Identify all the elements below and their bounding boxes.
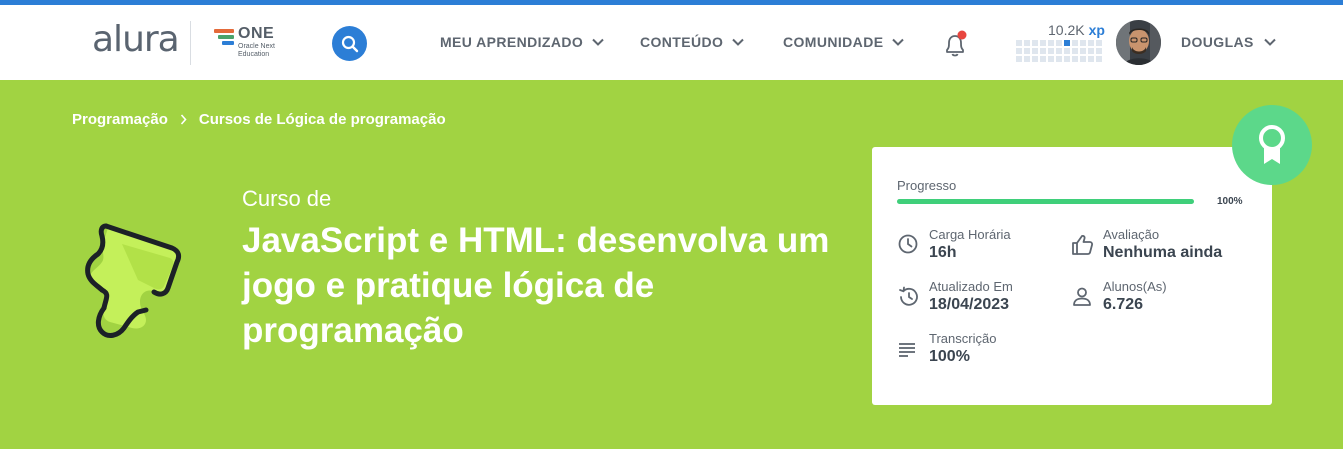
stat-value: 100% — [929, 348, 970, 365]
xp-grid-cell — [1096, 40, 1102, 46]
nav-label: MEU APRENDIZADO — [440, 34, 584, 50]
stat-label: Avaliação — [1103, 227, 1160, 242]
stat-value: 18/04/2023 — [929, 296, 1010, 313]
progress-bar-fill — [897, 199, 1194, 204]
xp-grid-cell — [1056, 56, 1062, 62]
stat-alunos: Alunos(As) 6.726 — [1071, 279, 1241, 323]
xp-grid-cell — [1056, 40, 1062, 46]
stat-value: 16h — [929, 244, 957, 261]
puzzle-icon — [80, 218, 186, 340]
alura-logo[interactable]: alura — [92, 22, 180, 58]
certificate-badge[interactable] — [1232, 105, 1312, 185]
avatar[interactable] — [1116, 20, 1161, 65]
xp-grid-cell — [1064, 48, 1070, 54]
breadcrumb-item-logica[interactable]: Cursos de Lógica de programação — [199, 111, 446, 128]
text-lines-icon — [899, 343, 915, 357]
xp-grid-cell — [1016, 56, 1022, 62]
course-info-card: Progresso 100% Carga Horária 16h Avaliaç… — [872, 147, 1272, 405]
award-ribbon-icon — [1259, 125, 1285, 164]
notifications-button[interactable] — [942, 30, 970, 60]
xp-grid-cell — [1080, 40, 1086, 46]
clock-icon — [898, 234, 918, 254]
xp-grid-cell — [1048, 40, 1054, 46]
xp-grid-cell — [1096, 56, 1102, 62]
one-logo-subtitle: Oracle Next Education — [238, 43, 275, 58]
xp-grid-cell — [1016, 40, 1022, 46]
xp-grid-cell — [1048, 48, 1054, 54]
xp-grid-cell — [1088, 40, 1094, 46]
progress-bar — [897, 199, 1194, 204]
stat-label: Transcrição — [929, 331, 997, 346]
xp-grid-cell — [1040, 56, 1046, 62]
logo-divider — [190, 21, 191, 65]
progress-percent: 100% — [1217, 196, 1243, 207]
stat-value: 6.726 — [1103, 296, 1144, 313]
xp-grid-cell — [1040, 48, 1046, 54]
xp-grid-cell — [1080, 48, 1086, 54]
bell-icon — [946, 30, 967, 57]
xp-grid-cell — [1064, 40, 1070, 46]
xp-grid-cell — [1072, 56, 1078, 62]
xp-value: 10.2K — [1048, 22, 1085, 38]
xp-grid-cell — [1032, 48, 1038, 54]
xp-grid-cell — [1016, 48, 1022, 54]
xp-grid-cell — [1080, 56, 1086, 62]
chevron-down-icon — [732, 38, 745, 46]
xp-text: 10.2K xp — [1048, 22, 1105, 38]
notification-dot — [957, 30, 967, 40]
xp-grid-cell — [1032, 56, 1038, 62]
stat-avaliacao: Avaliação Nenhuma ainda — [1071, 227, 1241, 271]
xp-grid-cell — [1064, 56, 1070, 62]
xp-grid-cell — [1072, 48, 1078, 54]
chevron-right-icon — [180, 114, 187, 125]
xp-grid-cell — [1040, 40, 1046, 46]
nav-meu-aprendizado[interactable]: MEU APRENDIZADO — [440, 34, 604, 50]
xp-grid-cell — [1032, 40, 1038, 46]
user-menu[interactable]: DOUGLAS — [1181, 34, 1276, 50]
one-logo[interactable]: ONE Oracle Next Education — [214, 25, 284, 63]
nav-comunidade[interactable]: COMUNIDADE — [783, 34, 905, 50]
stat-carga-horaria: Carga Horária 16h — [897, 227, 1067, 271]
xp-activity-grid — [1016, 40, 1102, 62]
course-title: JavaScript e HTML: desenvolva um jogo e … — [242, 221, 830, 350]
xp-grid-cell — [1096, 48, 1102, 54]
xp-grid-cell — [1072, 40, 1078, 46]
chevron-down-icon — [592, 38, 604, 46]
xp-grid-cell — [1056, 48, 1062, 54]
stat-value: Nenhuma ainda — [1103, 244, 1223, 261]
xp-grid-cell — [1088, 56, 1094, 62]
user-icon — [1073, 287, 1091, 306]
thumbs-up-icon — [1072, 234, 1094, 255]
breadcrumb: Programação Cursos de Lógica de programa… — [72, 111, 446, 128]
avatar-image — [1116, 20, 1161, 65]
search-button[interactable] — [332, 26, 367, 61]
chevron-down-icon — [892, 38, 905, 46]
course-pre-title: Curso de — [242, 186, 332, 211]
one-logo-mark — [214, 29, 234, 45]
xp-grid-cell — [1088, 48, 1094, 54]
stat-atualizado-em: Atualizado Em 18/04/2023 — [897, 279, 1067, 323]
progress-label: Progresso — [897, 178, 957, 193]
xp-indicator[interactable]: 10.2K xp — [1016, 22, 1108, 70]
stat-label: Atualizado Em — [929, 279, 1013, 294]
user-name: DOUGLAS — [1181, 34, 1254, 50]
nav-conteudo[interactable]: CONTEÚDO — [640, 34, 745, 50]
search-icon — [341, 35, 358, 52]
history-icon — [899, 286, 918, 306]
site-header: alura ONE Oracle Next Education MEU APRE… — [0, 5, 1343, 80]
xp-unit: xp — [1088, 22, 1105, 38]
xp-grid-cell — [1024, 56, 1030, 62]
xp-grid-cell — [1048, 56, 1054, 62]
xp-grid-cell — [1024, 48, 1030, 54]
one-logo-title: ONE — [238, 25, 275, 42]
chevron-down-icon — [1264, 38, 1276, 46]
breadcrumb-item-programacao[interactable]: Programação — [72, 111, 168, 128]
nav-label: CONTEÚDO — [640, 34, 724, 50]
stat-label: Carga Horária — [929, 227, 1011, 242]
stat-transcricao: Transcrição 100% — [897, 331, 1067, 375]
stat-label: Alunos(As) — [1103, 279, 1167, 294]
xp-grid-cell — [1024, 40, 1030, 46]
nav-label: COMUNIDADE — [783, 34, 884, 50]
